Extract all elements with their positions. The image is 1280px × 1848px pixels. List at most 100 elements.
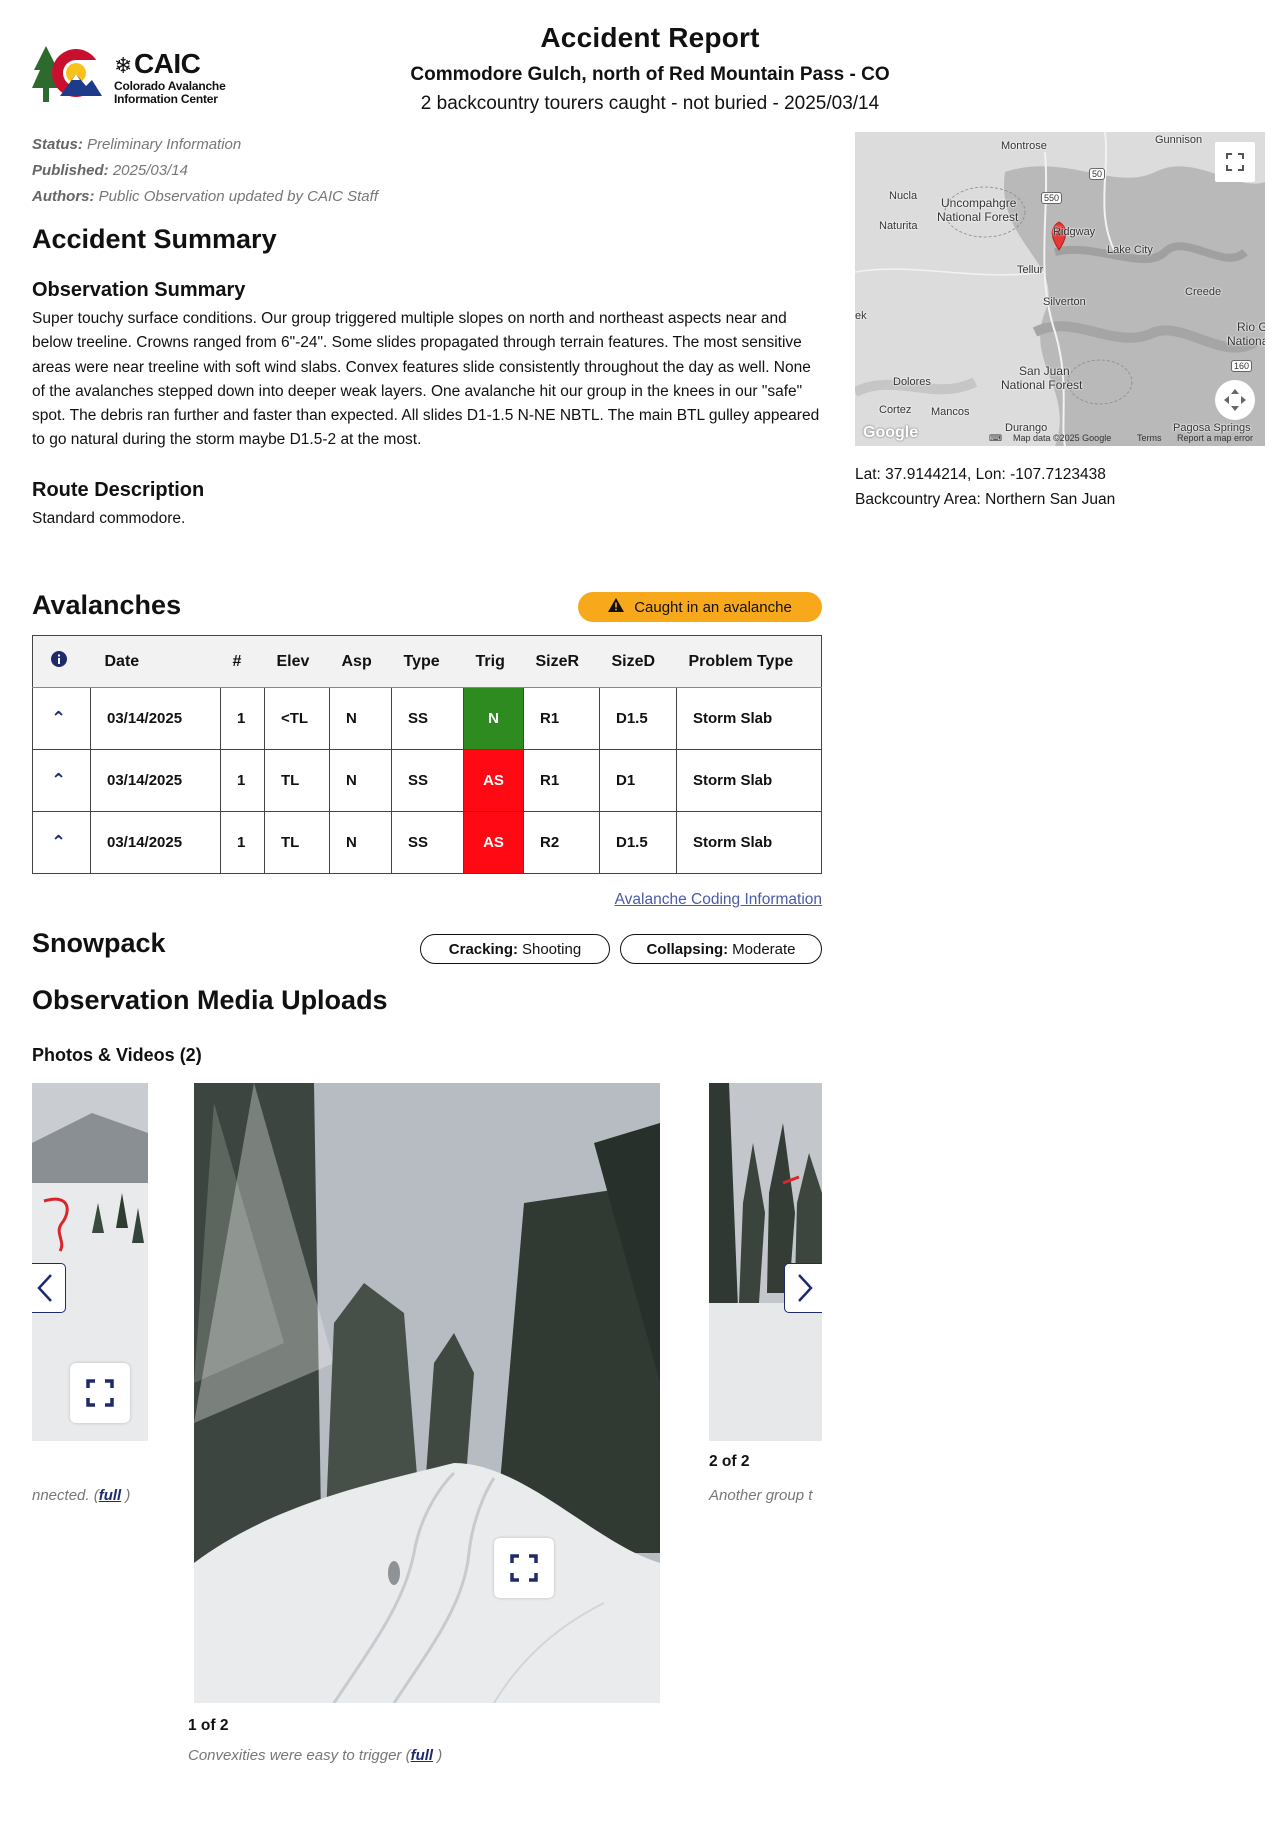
highway-shield: 550 — [1041, 192, 1063, 204]
map-label: Uncompahgre — [941, 196, 1017, 210]
map-label: Montrose — [1001, 140, 1047, 152]
report-summary-line: 2 backcountry tourers caught - not burie… — [420, 93, 880, 114]
highway-shield: 50 — [1089, 168, 1106, 180]
table-row[interactable]: ⌃ 03/14/2025 1 TL N SS AS R1 D1 Storm Sl… — [32, 749, 822, 812]
cell-type: SS — [391, 687, 464, 750]
fullscreen-icon — [1226, 153, 1244, 171]
caic-logo[interactable]: ❄CAIC Colorado Avalanche Information Cen… — [32, 46, 238, 108]
fullscreen-icon — [510, 1554, 538, 1582]
cell-sizer: R1 — [523, 749, 600, 812]
current-fullscreen-button[interactable] — [494, 1538, 554, 1598]
table-header-row: Date # Elev Asp Type Trig SizeR SizeD Pr… — [32, 635, 822, 688]
map-label: National Forest — [937, 210, 1019, 224]
cell-type: SS — [391, 749, 464, 812]
map-terms-link[interactable]: Terms — [1137, 433, 1162, 443]
cell-sizer: R2 — [523, 811, 600, 874]
backcountry-area: Backcountry Area: Northern San Juan — [855, 491, 1116, 508]
map-label: Naturita — [879, 220, 918, 232]
cell-date: 03/14/2025 — [90, 687, 221, 750]
col-sized: SizeD — [599, 635, 677, 688]
map-label: San Juan — [1019, 364, 1070, 378]
map-label: National — [1227, 334, 1265, 348]
expand-chevron-icon[interactable]: ⌃ — [32, 749, 91, 812]
cell-number: 1 — [220, 811, 265, 874]
page-title: Accident Report — [540, 22, 760, 53]
col-asp: Asp — [329, 635, 392, 688]
caught-badge: Caught in an avalanche — [578, 592, 822, 622]
cell-trig: AS — [463, 749, 524, 812]
chevron-right-icon — [798, 1274, 813, 1302]
location-info: Lat: 37.9144214, Lon: -107.7123438 Backc… — [855, 462, 1115, 512]
table-row[interactable]: ⌃ 03/14/2025 1 <TL N SS N R1 D1.5 Storm … — [32, 687, 822, 750]
current-caption: Convexities were easy to trigger (full ) — [188, 1747, 443, 1764]
cell-elev: TL — [264, 749, 330, 812]
observation-summary-text: Super touchy surface conditions. Our gro… — [32, 310, 820, 449]
next-caption: Another group t — [709, 1487, 813, 1504]
cell-trig: AS — [463, 811, 524, 874]
current-photo-index: 1 of 2 — [188, 1717, 229, 1734]
map-label: Ridgway — [1053, 226, 1096, 238]
next-photo[interactable] — [709, 1083, 822, 1441]
info-icon[interactable] — [32, 635, 91, 688]
published-line: Published: 2025/03/14 — [32, 162, 188, 179]
map-attribution-bar: ⌨ Map data ©2025 Google Terms Report a m… — [855, 432, 1265, 446]
map-label: Lake City — [1107, 244, 1153, 256]
carousel-prev-button[interactable] — [32, 1263, 66, 1313]
cell-asp: N — [329, 749, 392, 812]
previous-caption: nnected. (full ) — [32, 1487, 131, 1504]
cracking-pill: Cracking: Shooting — [420, 934, 610, 964]
media-heading: Observation Media Uploads — [32, 985, 388, 1015]
status-value: Preliminary Information — [87, 136, 242, 153]
accident-summary-heading: Accident Summary — [32, 224, 277, 254]
map-label: National Forest — [1001, 378, 1083, 392]
report-location: Commodore Gulch, north of Red Mountain P… — [410, 64, 890, 85]
cell-date: 03/14/2025 — [90, 811, 221, 874]
warning-icon — [608, 598, 625, 616]
table-row[interactable]: ⌃ 03/14/2025 1 TL N SS AS R2 D1.5 Storm … — [32, 811, 822, 874]
lat-lon: Lat: 37.9144214, Lon: -107.7123438 — [855, 466, 1106, 483]
pan-arrows-icon — [1224, 389, 1246, 411]
map-report-link[interactable]: Report a map error — [1177, 433, 1253, 443]
report-meta: Status: Preliminary Information Publishe… — [32, 132, 822, 210]
previous-fullscreen-button[interactable] — [70, 1363, 130, 1423]
collapsing-pill: Collapsing: Moderate — [620, 934, 822, 964]
full-link[interactable]: full — [411, 1747, 434, 1764]
authors-line: Authors: Public Observation updated by C… — [32, 188, 378, 205]
map-fullscreen-button[interactable] — [1215, 142, 1255, 182]
photo-carousel: nnected. (full ) 1 of 2 Convexities were… — [32, 1083, 822, 1783]
cell-sized: D1.5 — [599, 811, 677, 874]
current-photo[interactable] — [194, 1083, 660, 1703]
photos-videos-heading: Photos & Videos (2) — [32, 1045, 202, 1065]
map-label: ek — [855, 310, 867, 322]
logo-acronym: ❄CAIC — [114, 48, 201, 79]
colorado-logo-icon — [32, 46, 104, 102]
full-link[interactable]: full — [99, 1487, 122, 1504]
next-photo-index: 2 of 2 — [709, 1453, 750, 1470]
cell-problem-type: Storm Slab — [676, 811, 822, 874]
carousel-next-button[interactable] — [784, 1263, 822, 1313]
col-elev: Elev — [264, 635, 330, 688]
avalanches-header: Avalanches Caught in an avalanche — [32, 590, 822, 630]
map-pan-control[interactable] — [1215, 380, 1255, 420]
cell-asp: N — [329, 811, 392, 874]
chevron-left-icon — [37, 1274, 52, 1302]
map-label: Dolores — [893, 376, 931, 388]
col-type: Type — [391, 635, 464, 688]
cell-trig: N — [463, 687, 524, 750]
cell-number: 1 — [220, 687, 265, 750]
cell-date: 03/14/2025 — [90, 749, 221, 812]
location-map[interactable]: Montrose Gunnison Nucla Uncompahgre Nati… — [855, 132, 1265, 446]
cracking-label: Cracking: — [448, 940, 518, 958]
published-value: 2025/03/14 — [112, 162, 188, 179]
expand-chevron-icon[interactable]: ⌃ — [32, 811, 91, 874]
cell-elev: TL — [264, 811, 330, 874]
observation-summary-heading: Observation Summary — [32, 279, 246, 301]
map-label: Rio Gr — [1237, 320, 1265, 334]
avalanche-coding-link[interactable]: Avalanche Coding Information — [615, 891, 822, 909]
cell-sized: D1 — [599, 749, 677, 812]
route-description-text: Standard commodore. — [32, 509, 186, 527]
keyboard-icon[interactable]: ⌨ — [989, 433, 1002, 444]
expand-chevron-icon[interactable]: ⌃ — [32, 687, 91, 750]
map-label: Silverton — [1043, 296, 1086, 308]
cell-problem-type: Storm Slab — [676, 687, 822, 750]
